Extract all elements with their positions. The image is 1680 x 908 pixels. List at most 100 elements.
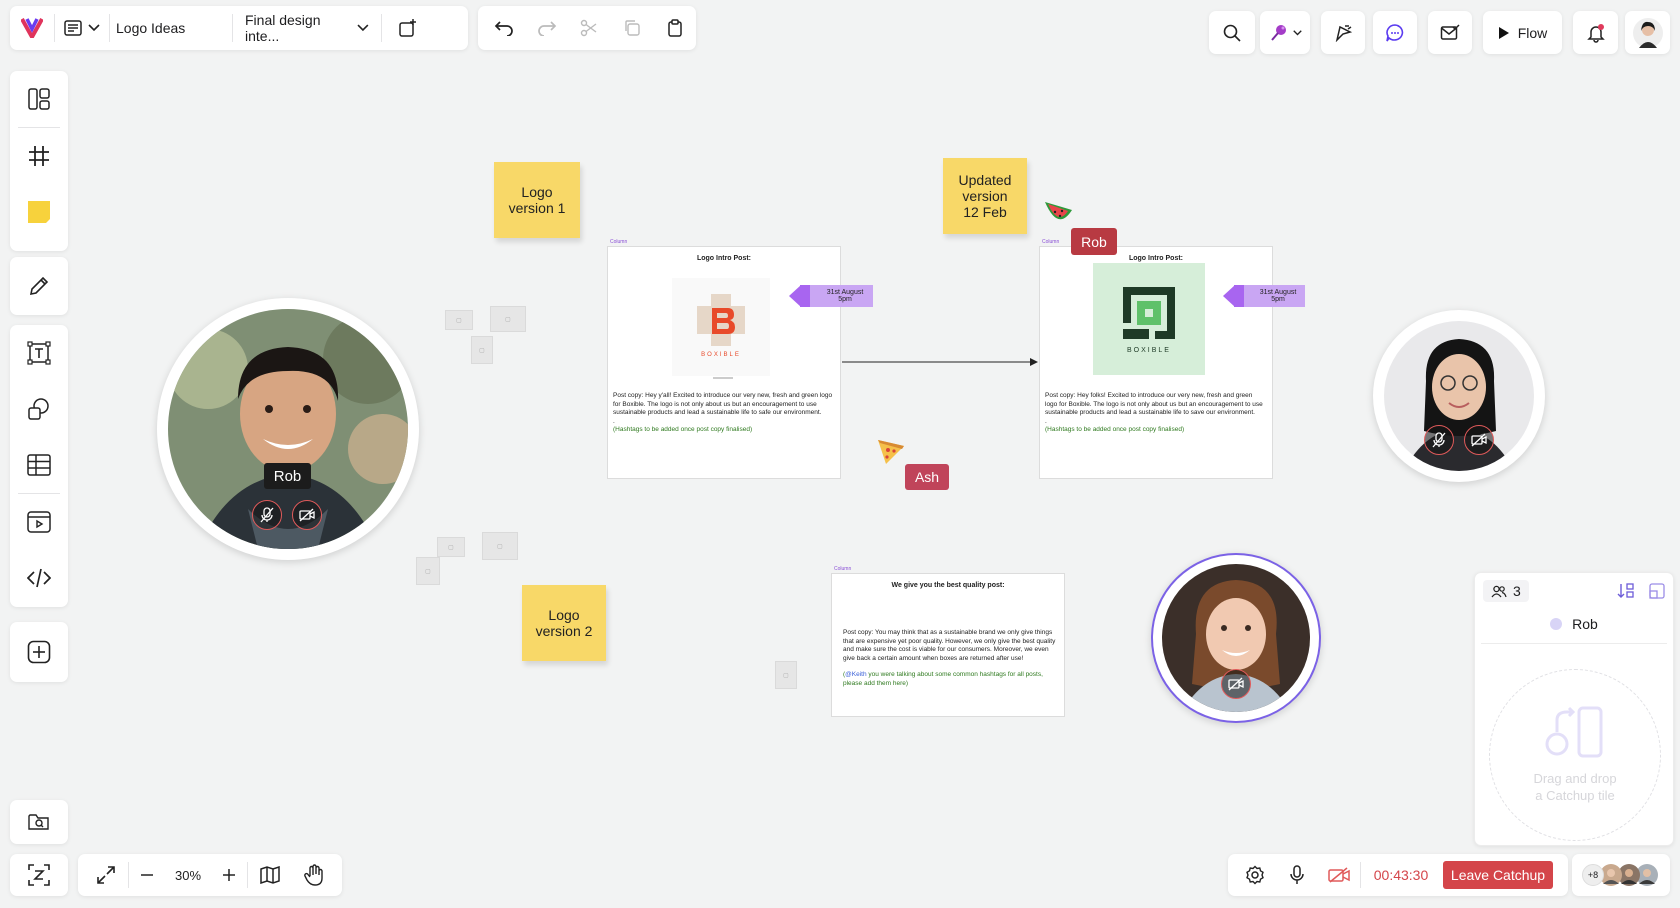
post-card[interactable]: Column Logo Intro Post: BOXIBLE Post cop…: [607, 239, 841, 479]
cursor-label-ash: Ash: [905, 464, 949, 490]
image-placeholder[interactable]: ▢: [416, 557, 440, 585]
people-icon: [1491, 585, 1507, 597]
media-tool-button[interactable]: [10, 494, 68, 550]
expand-icon: [97, 866, 115, 884]
call-timer: 00:43:30: [1373, 867, 1429, 883]
copy-button[interactable]: [611, 6, 654, 50]
image-placeholder[interactable]: ▢: [775, 661, 797, 689]
date-label[interactable]: 31st August 5pm: [1223, 285, 1305, 307]
card-tag: Column: [834, 566, 852, 572]
card-title: We give you the best quality post:: [891, 582, 1005, 589]
camera-off-button[interactable]: [1464, 425, 1494, 455]
flow-label: Flow: [1517, 24, 1548, 41]
cursor-tool-button[interactable]: [1321, 11, 1365, 54]
find-button[interactable]: [10, 800, 68, 844]
zoom-in-button[interactable]: [211, 854, 247, 896]
post-copy: Post copy: Hey folks! Excited to introdu…: [1045, 392, 1263, 416]
flow-button[interactable]: Flow: [1483, 11, 1562, 54]
logo-image: BOXIBLE: [672, 278, 770, 376]
top-left-toolbar: Logo Ideas Final design inte...: [10, 6, 468, 50]
find-button-inner[interactable]: [10, 800, 68, 844]
post-card[interactable]: Column We give you the best quality post…: [831, 566, 1065, 717]
post-hashtags: (Hashtags to be added once post copy fin…: [613, 426, 753, 433]
video-off-icon: [1471, 433, 1487, 447]
participants-stack[interactable]: +8: [1572, 854, 1670, 896]
participant-count[interactable]: 3: [1483, 580, 1529, 602]
folder-search-icon: [28, 814, 49, 830]
mic-muted-button[interactable]: [252, 500, 282, 530]
minus-icon: [141, 874, 153, 876]
sticky-note[interactable]: Updated version 12 Feb: [943, 158, 1027, 234]
fullscreen-button[interactable]: [84, 854, 128, 896]
board-name[interactable]: Logo Ideas: [110, 20, 232, 36]
image-placeholder[interactable]: ▢: [482, 532, 518, 560]
sticky-note-button[interactable]: [10, 184, 68, 240]
card-tag: Column: [1042, 239, 1060, 245]
connector-arrow[interactable]: [840, 356, 1040, 368]
add-more-button[interactable]: [10, 622, 68, 682]
pan-tool-button[interactable]: [292, 854, 336, 896]
document-menu-button[interactable]: [55, 6, 109, 50]
watermelon-cursor-icon: [1045, 202, 1072, 220]
mic-muted-button[interactable]: [1424, 425, 1454, 455]
embed-tool-button[interactable]: [10, 550, 68, 606]
search-button[interactable]: [1209, 11, 1255, 54]
minimap-button[interactable]: [248, 854, 292, 896]
image-placeholder[interactable]: ▢: [445, 310, 473, 330]
camera-toggle-button[interactable]: [1318, 854, 1360, 896]
member-name: Rob: [1572, 616, 1598, 632]
mention-link[interactable]: @Keith: [845, 671, 866, 678]
paste-button[interactable]: [653, 6, 696, 50]
logo-image: BOXIBLE: [1093, 263, 1205, 375]
participant-name: Rob: [264, 463, 311, 489]
layout-icon[interactable]: [1649, 583, 1665, 599]
image-placeholder[interactable]: ▢: [471, 336, 493, 364]
image-placeholder[interactable]: ▢: [490, 306, 526, 332]
call-settings-button[interactable]: [1234, 854, 1276, 896]
frame-tool-button[interactable]: [10, 128, 68, 184]
image-placeholder[interactable]: ▢: [437, 537, 465, 557]
post-hashtags: (Hashtags to be added once post copy fin…: [1045, 426, 1185, 433]
scissors-icon: [581, 19, 597, 37]
catchup-member[interactable]: Rob: [1475, 609, 1673, 639]
pin-menu-button[interactable]: [1260, 11, 1310, 54]
clipboard-icon: [667, 19, 682, 37]
sticky-note[interactable]: Logo version 1: [494, 162, 580, 238]
redo-button[interactable]: [526, 6, 569, 50]
fit-button-inner[interactable]: [10, 854, 68, 896]
pen-tool-button[interactable]: [10, 257, 68, 315]
microphone-button[interactable]: [1276, 854, 1318, 896]
add-frame-button[interactable]: [382, 6, 434, 50]
text-tool-button[interactable]: [10, 325, 68, 381]
zoom-out-button[interactable]: [129, 854, 165, 896]
sticky-line: Logo: [521, 184, 553, 200]
table-tool-button[interactable]: [10, 437, 68, 493]
frame-name: Final design inte...: [245, 12, 321, 44]
sort-icon[interactable]: [1617, 583, 1635, 599]
fit-to-screen-button[interactable]: [10, 854, 68, 896]
inbox-button[interactable]: [1428, 11, 1472, 54]
frame-selector[interactable]: Final design inte...: [233, 12, 381, 44]
camera-off-button[interactable]: [1221, 669, 1251, 699]
catchup-drop-zone[interactable]: Drag and drop a Catchup tile: [1489, 669, 1661, 841]
card-tag: Column: [610, 239, 628, 245]
add-frame-icon: [399, 19, 416, 37]
camera-off-button[interactable]: [292, 500, 322, 530]
date-label[interactable]: 31st August 5pm: [789, 285, 873, 307]
undo-button[interactable]: [483, 6, 526, 50]
post-card[interactable]: Column Logo Intro Post: BOXIBLE Post cop…: [1039, 239, 1273, 479]
shapes-tool-button[interactable]: [10, 381, 68, 437]
leave-catchup-button[interactable]: Leave Catchup: [1443, 861, 1553, 889]
plus-box-icon: [27, 640, 51, 664]
templates-button[interactable]: [10, 71, 68, 127]
redo-icon: [538, 21, 557, 36]
profile-button[interactable]: [1625, 11, 1670, 54]
cut-button[interactable]: [568, 6, 611, 50]
chevron-down-icon: [1292, 29, 1302, 35]
notifications-button[interactable]: [1573, 11, 1618, 54]
app-logo[interactable]: [10, 6, 54, 50]
sticky-note[interactable]: Logo version 2: [522, 585, 606, 661]
zoom-level[interactable]: 30%: [165, 854, 211, 896]
comments-button[interactable]: [1373, 11, 1417, 54]
sticky-line: Logo: [548, 607, 580, 623]
